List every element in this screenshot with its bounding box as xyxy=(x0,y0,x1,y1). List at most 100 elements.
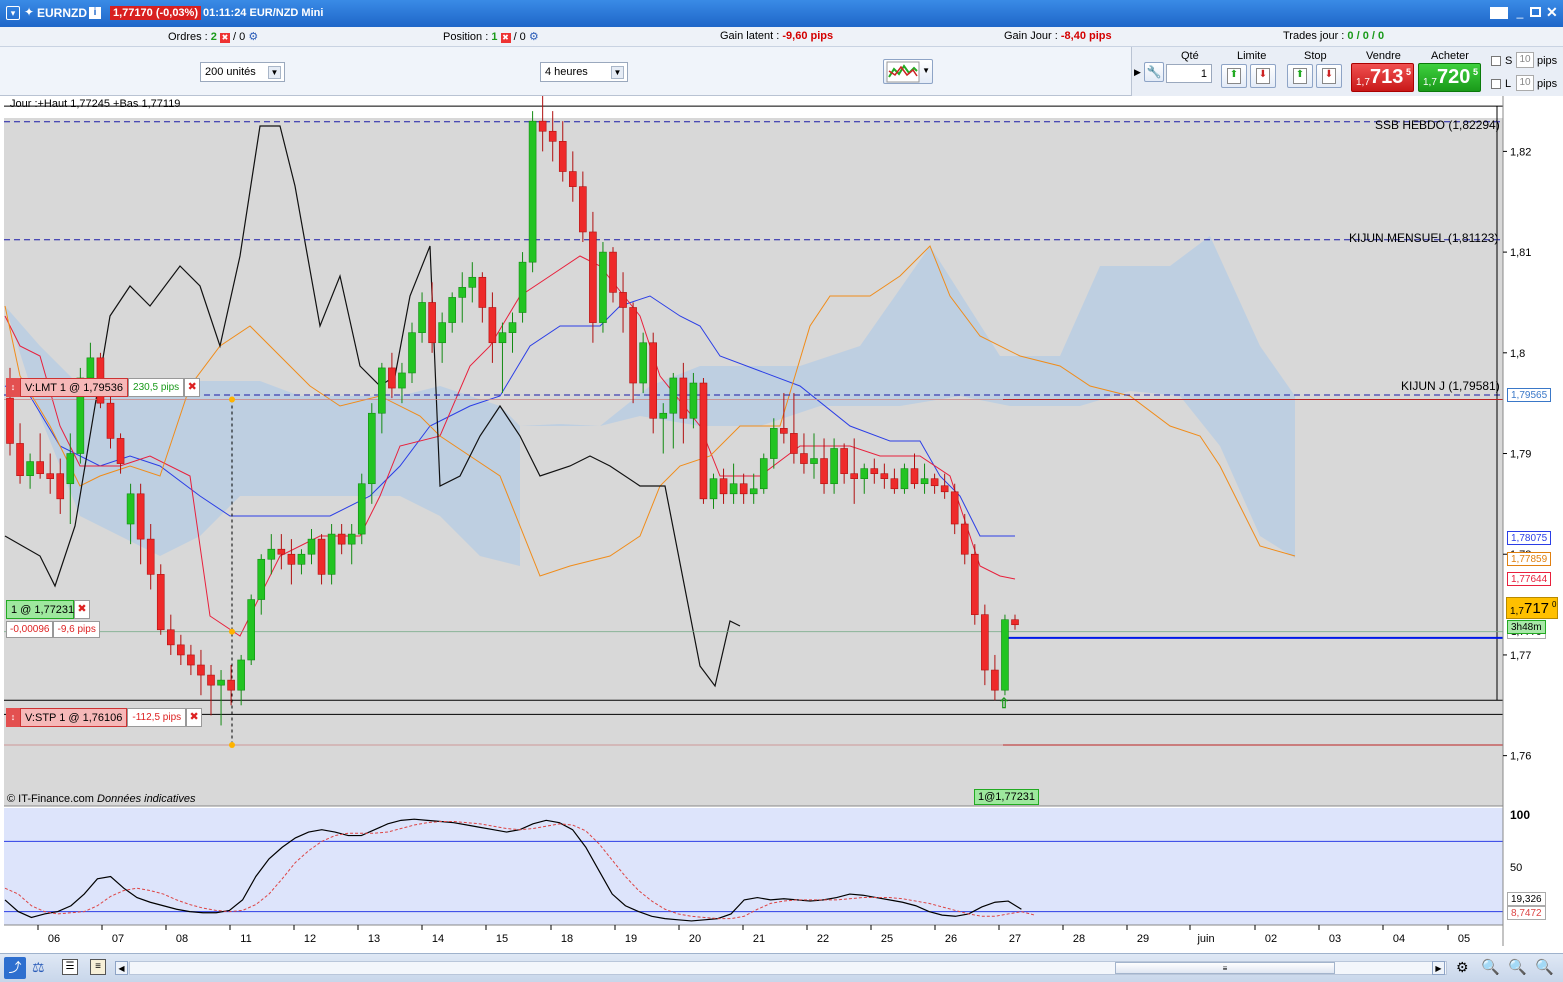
cancel-stop-icon[interactable]: ✖ xyxy=(186,708,203,727)
l-checkbox[interactable] xyxy=(1491,79,1501,89)
osc-axis-100: 100 xyxy=(1510,808,1531,822)
minimize-icon[interactable]: _ xyxy=(1513,5,1527,19)
stop-buy-button[interactable]: ⬆ xyxy=(1287,64,1313,88)
limit-sell-button[interactable]: ⬇ xyxy=(1250,64,1276,88)
pin-icon[interactable]: ✦ xyxy=(24,5,34,19)
zoom-out-icon[interactable]: 🔍 xyxy=(1508,958,1527,976)
wrench-icon[interactable]: 🔧 xyxy=(1144,62,1164,82)
drag-handle-icon[interactable]: ↕ xyxy=(6,708,20,727)
price-chart[interactable]: ⇧ 1,821,811,81,791,781,771,7606070811121… xyxy=(0,96,1563,953)
time-tick: 18 xyxy=(561,933,573,945)
candle-body xyxy=(629,307,637,384)
position-summary[interactable]: Position : 1 ✖ / 0 ⚙ xyxy=(443,30,539,43)
stop-sell-button[interactable]: ⬇ xyxy=(1316,64,1342,88)
candle-body xyxy=(508,322,517,333)
s-pips-input[interactable]: 10 xyxy=(1516,52,1534,68)
qty-label: Qté xyxy=(1181,50,1199,62)
sell-button[interactable]: 1,7 713 5 xyxy=(1351,63,1414,92)
scroll-left-icon[interactable]: ◀ xyxy=(115,961,128,975)
panel-toggle-icon[interactable]: ▶ xyxy=(1134,67,1141,78)
candle-body xyxy=(950,491,959,525)
clock-instrument: 01:11:24 EUR/NZD Mini xyxy=(203,7,324,19)
fill-label: 1@1,77231 xyxy=(974,789,1040,805)
candle-body xyxy=(106,402,115,439)
close-position-icon[interactable]: ✖ xyxy=(500,33,511,43)
gear-icon[interactable]: ⚙ xyxy=(248,31,258,43)
close-position-icon[interactable]: ✖ xyxy=(74,600,90,619)
indicator-icon[interactable]: ⚖ xyxy=(32,959,45,976)
time-tick: 20 xyxy=(689,933,701,945)
latent-gain: Gain latent : -9,60 pips xyxy=(720,30,833,42)
sell-label: Vendre xyxy=(1366,50,1401,62)
orders-summary[interactable]: Ordres : 2 ✖ / 0 ⚙ xyxy=(168,30,258,43)
candle-body xyxy=(307,538,316,555)
candle-body xyxy=(367,412,376,485)
ssa-value-label: 1,77859 xyxy=(1507,552,1552,566)
stop-buy-icon: ⬆ xyxy=(1293,68,1307,84)
price-tick: 1,81 xyxy=(1510,247,1531,259)
limit-order-pips: 230,5 pips xyxy=(128,378,185,397)
indicators-button[interactable]: ▼ xyxy=(883,59,933,84)
app-menu-icon[interactable]: ▾ xyxy=(6,6,20,20)
candle-body xyxy=(538,120,547,132)
position-tag[interactable]: 1 @ 1,77231 ✖ xyxy=(6,600,90,619)
kijun-mensuel-label: KIJUN MENSUEL (1,81123) xyxy=(1349,231,1499,245)
chart-indicators-icon xyxy=(886,61,920,83)
day-label: Gain Jour : xyxy=(1004,30,1058,42)
candle-body xyxy=(167,629,175,646)
controls-bar: 200 unités ▼ 4 heures ▼ ▼ ▶ 🔧 Qté 1 Limi… xyxy=(0,47,1563,96)
horizontal-scrollbar[interactable]: ≡ xyxy=(129,961,1447,975)
candle-body xyxy=(810,458,818,464)
candle-body xyxy=(981,614,989,671)
entry-marker-dot xyxy=(229,741,235,748)
source-label: © IT-Finance.com Données indicatives xyxy=(7,793,195,805)
orders-icon[interactable]: ≡ xyxy=(90,959,106,975)
candle-body xyxy=(6,397,14,444)
buy-price-sup: 5 xyxy=(1473,67,1479,77)
info-icon[interactable]: i xyxy=(89,7,101,19)
candle-body xyxy=(428,302,436,344)
qty-input[interactable]: 1 xyxy=(1166,64,1212,83)
cloud-level-label: 1,79565 xyxy=(1507,388,1552,402)
buy-price-small: 1,7 xyxy=(1423,77,1437,88)
stop-sell-icon: ⬇ xyxy=(1322,68,1336,84)
stop-order-tag[interactable]: ↕ V:STP 1 @ 1,76106 -112,5 pips ✖ xyxy=(6,708,203,727)
kijun-value-label: 1,78075 xyxy=(1507,531,1552,545)
l-pips-label: pips xyxy=(1537,78,1558,90)
scroll-right-icon[interactable]: ▶ xyxy=(1432,961,1445,975)
zoom-fit-icon[interactable]: 🔍 xyxy=(1481,958,1500,976)
candle-body xyxy=(86,357,95,379)
osc-k-label: 19,326 xyxy=(1507,892,1546,906)
candle-body xyxy=(438,322,446,344)
gear-icon[interactable]: ⚙ xyxy=(529,31,539,43)
position-label-chip: 1 @ 1,77231 xyxy=(6,600,74,619)
list-icon[interactable]: ☰ xyxy=(62,959,78,975)
limit-buy-button[interactable]: ⬆ xyxy=(1221,64,1247,88)
entry-marker-dot xyxy=(229,396,235,403)
candle-body xyxy=(649,342,658,419)
zoom-in-icon[interactable]: 🔍 xyxy=(1535,958,1554,976)
source-text: © IT-Finance.com xyxy=(7,793,94,805)
scrollbar-thumb[interactable]: ≡ xyxy=(1115,962,1335,974)
buy-button[interactable]: 1,7 720 5 xyxy=(1418,63,1481,92)
units-select[interactable]: 200 unités ▼ xyxy=(200,62,285,82)
close-icon[interactable]: ✕ xyxy=(1546,4,1558,21)
l-pips-input[interactable]: 10 xyxy=(1516,75,1534,91)
cancel-limit-icon[interactable]: ✖ xyxy=(184,378,201,397)
limit-order-tag[interactable]: ↕ V:LMT 1 @ 1,79536 230,5 pips ✖ xyxy=(6,378,201,397)
cancel-orders-icon[interactable]: ✖ xyxy=(219,33,230,43)
latent-label: Gain latent : xyxy=(720,30,780,42)
timeframe-select[interactable]: 4 heures ▼ xyxy=(540,62,628,82)
candle-body xyxy=(699,382,708,500)
candle-body xyxy=(860,468,869,479)
keyboard-icon[interactable] xyxy=(1490,7,1508,19)
share-icon[interactable]: ⤴ xyxy=(4,957,26,979)
sell-price-big: 713 xyxy=(1370,66,1404,88)
s-checkbox[interactable] xyxy=(1491,56,1501,66)
current-price-sup: 0 xyxy=(1552,600,1557,609)
candle-body xyxy=(970,553,979,615)
drag-handle-icon[interactable]: ↕ xyxy=(6,378,20,397)
chart-tools-icon[interactable]: ⚙ xyxy=(1456,959,1469,976)
time-tick: 05 xyxy=(1458,933,1470,945)
maximize-icon[interactable] xyxy=(1530,7,1541,17)
